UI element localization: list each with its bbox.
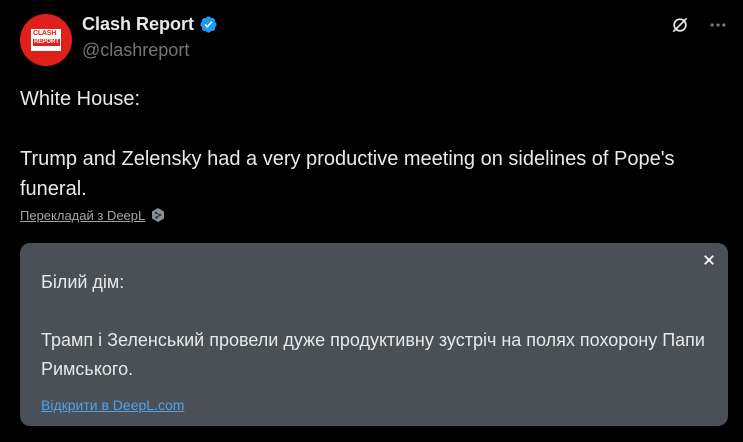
verified-badge-icon[interactable] (199, 15, 218, 34)
grok-icon[interactable] (669, 14, 691, 36)
author-name-row: Clash Report (82, 14, 218, 35)
translate-link[interactable]: Перекладай з DeepL (20, 208, 145, 223)
translate-row: Перекладай з DeepL (20, 207, 166, 223)
tweet-card: CLASH REPORT Clash Report @clashreport W… (0, 0, 743, 442)
tweet-text: White House: Trump and Zelensky had a ve… (20, 88, 675, 200)
close-icon[interactable] (702, 253, 716, 267)
avatar-logo-text-top: CLASH (33, 30, 57, 37)
open-in-deepl-link[interactable]: Відкрити в DeepL.com (41, 397, 184, 413)
more-icon[interactable] (707, 14, 729, 36)
author-handle[interactable]: @clashreport (82, 40, 189, 61)
top-actions (669, 14, 729, 36)
author-display-name[interactable]: Clash Report (82, 14, 194, 35)
avatar-logo-text-bottom: REPORT (33, 39, 61, 46)
translation-panel: Білий дім: Трамп і Зеленський провели ду… (20, 243, 728, 426)
translation-text: Білий дім: Трамп і Зеленський провели ду… (41, 272, 705, 379)
avatar[interactable]: CLASH REPORT (20, 14, 72, 66)
deepl-icon (150, 207, 166, 223)
